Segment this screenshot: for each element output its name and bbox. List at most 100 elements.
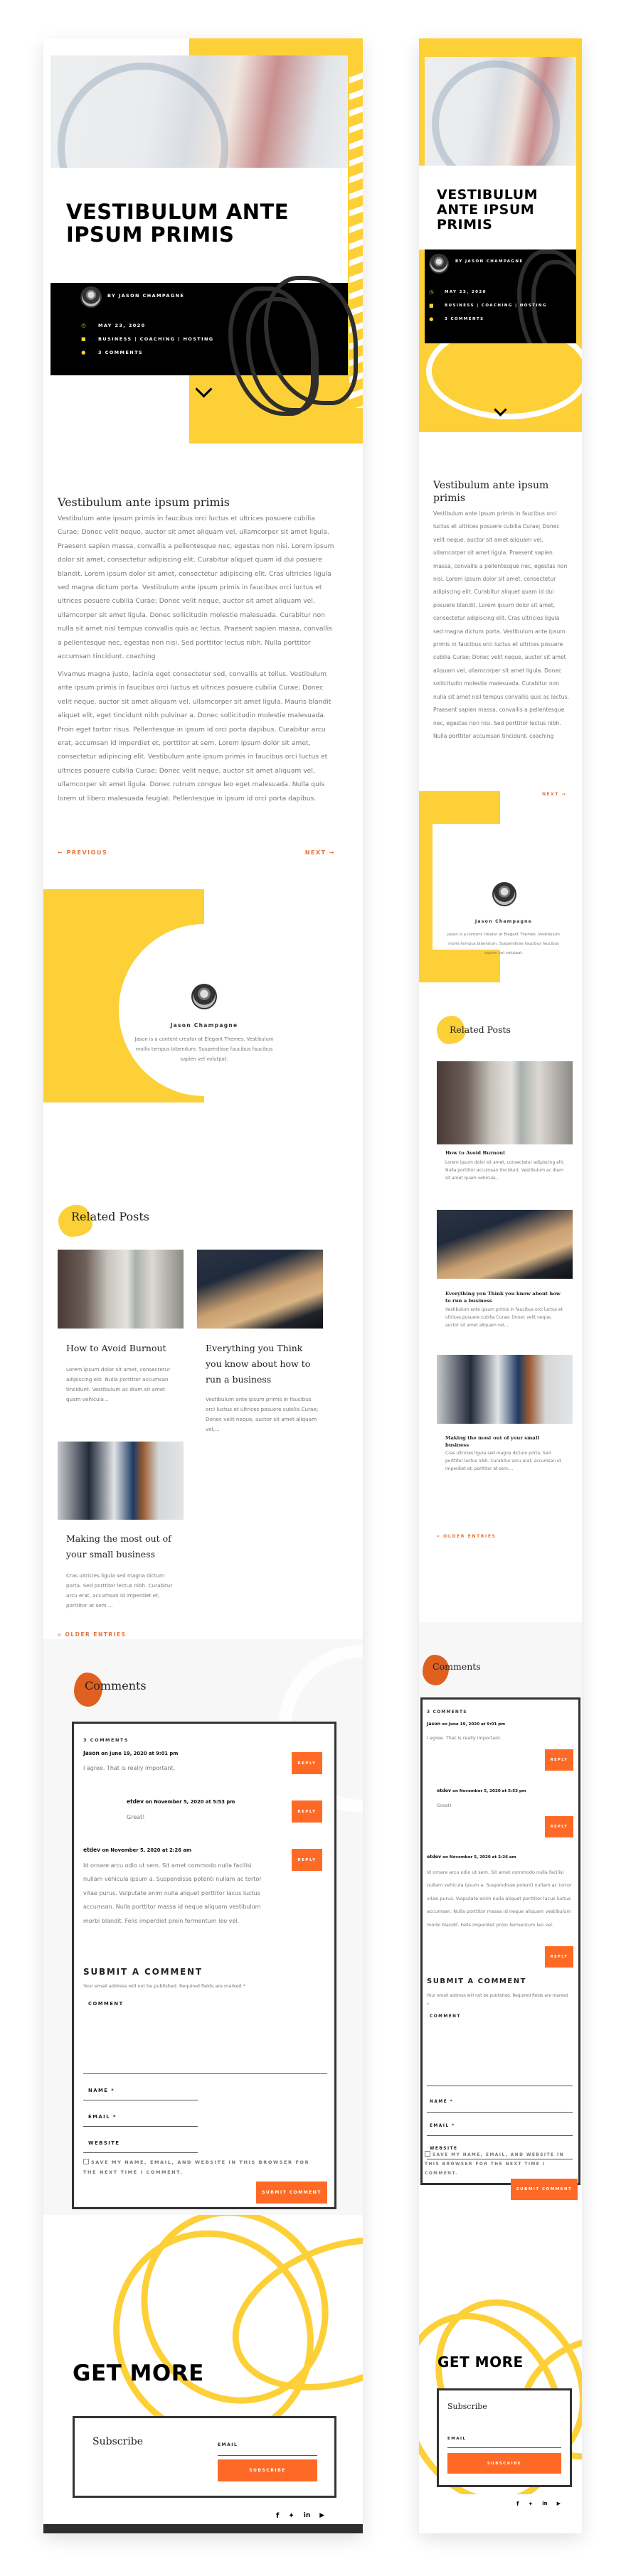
comment-3-text: Id ornare arcu odio ut sem. Sit amet com… — [83, 1862, 262, 1924]
author-box-bio: Jason is a content creator at Elegant Th… — [447, 933, 560, 955]
related-post-excerpt-3: Cras ultricies ligula sed magna dictum p… — [445, 1451, 561, 1471]
comments-box: 3 COMMENTS Jason on June 19, 2020 at 9:0… — [420, 1697, 580, 2185]
comments-heading: Comments — [85, 1679, 147, 1692]
hero-title-line-1: VESTIBULUM — [437, 187, 539, 203]
email-field[interactable]: EMAIL * — [427, 2115, 573, 2136]
author-box-avatar — [492, 882, 516, 906]
related-post-title-3[interactable]: Making the most out of your small busine… — [66, 1531, 180, 1562]
reply-button[interactable]: REPLY — [545, 1946, 573, 1968]
reply-button[interactable]: REPLY — [545, 1749, 573, 1771]
name-field[interactable]: NAME * — [83, 2079, 198, 2100]
comments-icon: ● — [429, 316, 435, 322]
author-box-avatar — [191, 984, 217, 1009]
comment-author[interactable]: etdev — [437, 1788, 451, 1793]
post-categories[interactable]: ■ BUSINESS | COACHING | HOSTING — [81, 336, 214, 342]
comment-author[interactable]: etdev — [83, 1847, 100, 1853]
related-post-title-1[interactable]: How to Avoid Burnout — [445, 1150, 563, 1156]
folder-icon: ■ — [429, 303, 435, 308]
save-info-checkbox[interactable] — [425, 2151, 430, 2157]
social-links: f ✦ in ▶ — [516, 2501, 561, 2507]
footer-bottom-bar — [43, 2524, 363, 2533]
related-post-title-2[interactable]: Everything you Think you know about how … — [206, 1341, 319, 1388]
mobile-preview: VESTIBULUM ANTE IPSUM PRIMIS BY JASON CH… — [419, 38, 582, 2533]
related-post-image-1[interactable] — [58, 1250, 184, 1329]
save-info-consent: SAVE MY NAME, EMAIL, AND WEBSITE IN THIS… — [425, 2151, 567, 2179]
comment-author[interactable]: Jason — [83, 1750, 100, 1756]
author-byline[interactable]: BY JASON CHAMPAGNE — [107, 293, 184, 299]
related-posts-heading: Related Posts — [71, 1210, 149, 1223]
comment-author[interactable]: etdev — [427, 1855, 441, 1859]
reply-button[interactable]: REPLY — [292, 1849, 322, 1871]
website-field[interactable]: WEBSITE — [83, 2132, 198, 2153]
hero-title-line-3: PRIMIS — [437, 216, 493, 232]
comment-textarea[interactable]: COMMENT — [83, 1997, 327, 2074]
hero-image — [425, 57, 576, 188]
submit-comment-heading: SUBMIT A COMMENT — [83, 1967, 203, 1977]
submit-comment-button[interactable]: SUBMIT COMMENT — [256, 2181, 327, 2204]
related-post-excerpt-2: Vestibulum ante ipsum primis in faucibus… — [206, 1396, 319, 1432]
submit-comment-button[interactable]: SUBMIT COMMENT — [511, 2179, 578, 2200]
post-date: ◷ MAY 23, 2020 — [81, 323, 146, 328]
related-post-title-3[interactable]: Making the most out of your small busine… — [445, 1434, 563, 1449]
comment-textarea[interactable]: COMMENT — [427, 2012, 573, 2086]
comments-count: 3 COMMENTS — [83, 1737, 129, 1743]
reply-button[interactable]: REPLY — [545, 1816, 573, 1837]
subscribe-email-input[interactable]: EMAIL — [447, 2430, 561, 2448]
folder-icon: ■ — [81, 336, 87, 342]
twitter-icon[interactable]: ✦ — [528, 2501, 533, 2507]
email-field[interactable]: EMAIL * — [83, 2105, 198, 2127]
article-paragraph-2: Vivamus magna justo, lacinia eget consec… — [58, 670, 331, 803]
related-post-image-3[interactable] — [58, 1442, 184, 1520]
linkedin-icon[interactable]: in — [542, 2501, 547, 2507]
comment-author[interactable]: etdev — [127, 1798, 144, 1805]
article-heading: Vestibulum ante ipsum primis — [433, 480, 549, 504]
twitter-icon[interactable]: ✦ — [288, 2512, 294, 2520]
clock-icon: ◷ — [81, 323, 87, 328]
post-categories[interactable]: ■ BUSINESS | COACHING | HOSTING — [429, 303, 547, 308]
save-info-checkbox[interactable] — [83, 2159, 89, 2164]
previous-post-link[interactable]: ← PREVIOUS — [58, 849, 107, 856]
related-post-excerpt-2: Vestibulum ante ipsum primis in faucibus… — [445, 1307, 563, 1328]
comments-box: 3 COMMENTS Jason on June 19, 2020 at 9:0… — [72, 1722, 336, 2209]
youtube-icon[interactable]: ▶ — [557, 2501, 561, 2507]
older-entries-link[interactable]: « OLDER ENTRIES — [437, 1534, 497, 1539]
related-post-title-2[interactable]: Everything you Think you know about how … — [445, 1290, 566, 1304]
post-date: ◷ MAY 23, 2020 — [429, 289, 487, 295]
form-note: Your email address will not be published… — [83, 1983, 245, 1989]
subscribe-title: Subscribe — [92, 2436, 144, 2447]
hero-title: VESTIBULUM ANTE IPSUM PRIMIS — [66, 200, 289, 247]
hero-title-line-2: IPSUM PRIMIS — [66, 222, 235, 247]
comment-1-text: I agree. That is really important. — [427, 1735, 502, 1741]
get-more-heading: GET MORE — [73, 2361, 204, 2386]
save-info-consent: SAVE MY NAME, EMAIL, AND WEBSITE IN THIS… — [83, 2159, 310, 2175]
comments-icon: ● — [81, 350, 87, 355]
subscribe-email-input[interactable]: EMAIL — [218, 2437, 317, 2456]
next-post-link[interactable]: NEXT → — [305, 849, 335, 856]
related-post-image-2[interactable] — [197, 1250, 323, 1329]
older-entries-link[interactable]: « OLDER ENTRIES — [58, 1631, 126, 1638]
related-post-image-1[interactable] — [437, 1061, 573, 1144]
reply-button[interactable]: REPLY — [292, 1800, 322, 1823]
author-box-bio: Jason is a content creator at Elegant Th… — [134, 1036, 274, 1062]
subscribe-button[interactable]: SUBSCRIBE — [447, 2453, 561, 2474]
comment-2-meta: etdev on November 5, 2020 at 5:53 pm — [127, 1798, 235, 1805]
get-more-heading: GET MORE — [437, 2354, 524, 2371]
post-comments-count[interactable]: ● 3 COMMENTS — [429, 316, 484, 322]
related-post-image-3[interactable] — [437, 1355, 573, 1424]
subscribe-button[interactable]: SUBSCRIBE — [218, 2459, 317, 2481]
related-posts-heading: Related Posts — [450, 1024, 511, 1035]
related-post-image-2[interactable] — [437, 1210, 573, 1279]
author-byline[interactable]: BY JASON CHAMPAGNE — [455, 259, 523, 264]
related-post-title-1[interactable]: How to Avoid Burnout — [66, 1341, 180, 1356]
post-comments-count[interactable]: ● 3 COMMENTS — [81, 350, 143, 355]
next-post-link[interactable]: NEXT → — [542, 792, 566, 797]
facebook-icon[interactable]: f — [276, 2512, 279, 2520]
comment-1-text: I agree. That is really important. — [83, 1765, 176, 1771]
linkedin-icon[interactable]: in — [304, 2512, 311, 2520]
reply-button[interactable]: REPLY — [292, 1752, 322, 1774]
name-field[interactable]: NAME * — [427, 2091, 573, 2113]
comment-author[interactable]: Jason — [427, 1722, 440, 1727]
article-paragraph-1: Vestibulum ante ipsum primis in faucibus… — [58, 515, 334, 661]
youtube-icon[interactable]: ▶ — [319, 2512, 324, 2520]
facebook-icon[interactable]: f — [516, 2501, 519, 2507]
